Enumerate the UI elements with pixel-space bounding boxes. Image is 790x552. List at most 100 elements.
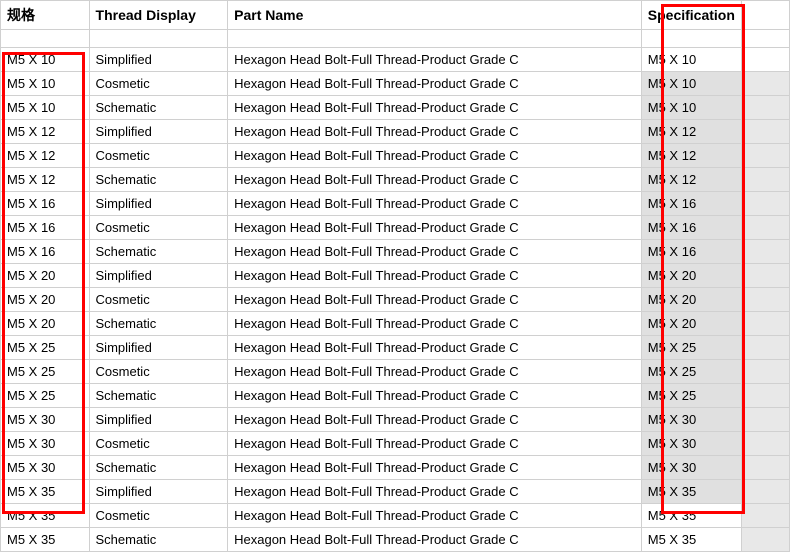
cell-spec[interactable]: M5 X 30 — [1, 456, 90, 480]
header-spec[interactable]: 规格 — [1, 1, 90, 30]
cell-extra[interactable] — [741, 336, 789, 360]
cell-spec[interactable]: M5 X 20 — [1, 288, 90, 312]
cell-thread-display[interactable]: Schematic — [89, 312, 228, 336]
cell-thread-display[interactable]: Simplified — [89, 480, 228, 504]
data-table[interactable]: 规格 Thread Display Part Name Specificatio… — [0, 0, 790, 552]
cell-thread-display[interactable]: Simplified — [89, 336, 228, 360]
cell-spec[interactable]: M5 X 25 — [1, 384, 90, 408]
cell-thread-display[interactable]: Cosmetic — [89, 72, 228, 96]
cell-part-name[interactable]: Hexagon Head Bolt-Full Thread-Product Gr… — [228, 240, 642, 264]
cell-extra[interactable] — [741, 360, 789, 384]
cell-extra[interactable] — [741, 408, 789, 432]
cell-part-name[interactable]: Hexagon Head Bolt-Full Thread-Product Gr… — [228, 48, 642, 72]
cell-extra[interactable] — [741, 528, 789, 552]
cell-spec[interactable]: M5 X 25 — [1, 360, 90, 384]
cell-spec[interactable]: M5 X 10 — [1, 96, 90, 120]
cell-extra[interactable] — [741, 264, 789, 288]
cell-spec[interactable]: M5 X 12 — [1, 120, 90, 144]
cell-part-name[interactable]: Hexagon Head Bolt-Full Thread-Product Gr… — [228, 288, 642, 312]
cell-part-name[interactable]: Hexagon Head Bolt-Full Thread-Product Gr… — [228, 144, 642, 168]
cell-specification[interactable]: M5 X 30 — [641, 456, 741, 480]
cell-thread-display[interactable]: Schematic — [89, 96, 228, 120]
cell-extra[interactable] — [741, 72, 789, 96]
cell-part-name[interactable]: Hexagon Head Bolt-Full Thread-Product Gr… — [228, 408, 642, 432]
cell-specification[interactable]: M5 X 30 — [641, 408, 741, 432]
cell-specification[interactable]: M5 X 35 — [641, 504, 741, 528]
cell-specification[interactable]: M5 X 10 — [641, 48, 741, 72]
cell-part-name[interactable]: Hexagon Head Bolt-Full Thread-Product Gr… — [228, 360, 642, 384]
cell-thread-display[interactable]: Cosmetic — [89, 504, 228, 528]
cell-specification[interactable]: M5 X 10 — [641, 72, 741, 96]
cell-specification[interactable]: M5 X 20 — [641, 312, 741, 336]
cell-specification[interactable]: M5 X 25 — [641, 336, 741, 360]
cell-spec[interactable]: M5 X 35 — [1, 504, 90, 528]
cell-spec[interactable]: M5 X 30 — [1, 408, 90, 432]
cell-specification[interactable]: M5 X 20 — [641, 288, 741, 312]
cell-spec[interactable]: M5 X 20 — [1, 264, 90, 288]
cell-extra[interactable] — [741, 312, 789, 336]
cell-thread-display[interactable]: Cosmetic — [89, 288, 228, 312]
cell-extra[interactable] — [741, 216, 789, 240]
cell-extra[interactable] — [741, 48, 789, 72]
cell-thread-display[interactable]: Simplified — [89, 192, 228, 216]
header-thread-display[interactable]: Thread Display — [89, 1, 228, 30]
cell-extra[interactable] — [741, 504, 789, 528]
cell-specification[interactable]: M5 X 12 — [641, 144, 741, 168]
cell-thread-display[interactable]: Schematic — [89, 240, 228, 264]
header-extra[interactable] — [741, 1, 789, 30]
cell-extra[interactable] — [741, 120, 789, 144]
cell-thread-display[interactable]: Simplified — [89, 264, 228, 288]
cell-part-name[interactable]: Hexagon Head Bolt-Full Thread-Product Gr… — [228, 96, 642, 120]
cell-part-name[interactable]: Hexagon Head Bolt-Full Thread-Product Gr… — [228, 120, 642, 144]
cell-spec[interactable]: M5 X 30 — [1, 432, 90, 456]
cell-part-name[interactable]: Hexagon Head Bolt-Full Thread-Product Gr… — [228, 312, 642, 336]
cell-specification[interactable]: M5 X 16 — [641, 240, 741, 264]
cell-extra[interactable] — [741, 192, 789, 216]
cell-thread-display[interactable]: Simplified — [89, 48, 228, 72]
cell-part-name[interactable]: Hexagon Head Bolt-Full Thread-Product Gr… — [228, 528, 642, 552]
cell-thread-display[interactable]: Simplified — [89, 408, 228, 432]
cell-thread-display[interactable]: Simplified — [89, 120, 228, 144]
cell-spec[interactable]: M5 X 12 — [1, 168, 90, 192]
cell-part-name[interactable]: Hexagon Head Bolt-Full Thread-Product Gr… — [228, 192, 642, 216]
cell-part-name[interactable]: Hexagon Head Bolt-Full Thread-Product Gr… — [228, 432, 642, 456]
cell-thread-display[interactable]: Cosmetic — [89, 216, 228, 240]
cell-part-name[interactable]: Hexagon Head Bolt-Full Thread-Product Gr… — [228, 480, 642, 504]
cell-spec[interactable]: M5 X 35 — [1, 480, 90, 504]
blank-cell[interactable] — [741, 30, 789, 48]
cell-spec[interactable]: M5 X 16 — [1, 192, 90, 216]
cell-part-name[interactable]: Hexagon Head Bolt-Full Thread-Product Gr… — [228, 72, 642, 96]
cell-spec[interactable]: M5 X 16 — [1, 216, 90, 240]
cell-spec[interactable]: M5 X 25 — [1, 336, 90, 360]
cell-extra[interactable] — [741, 384, 789, 408]
cell-thread-display[interactable]: Schematic — [89, 384, 228, 408]
cell-spec[interactable]: M5 X 10 — [1, 48, 90, 72]
cell-extra[interactable] — [741, 456, 789, 480]
cell-part-name[interactable]: Hexagon Head Bolt-Full Thread-Product Gr… — [228, 336, 642, 360]
header-part-name[interactable]: Part Name — [228, 1, 642, 30]
blank-cell[interactable] — [89, 30, 228, 48]
cell-extra[interactable] — [741, 432, 789, 456]
cell-spec[interactable]: M5 X 12 — [1, 144, 90, 168]
cell-specification[interactable]: M5 X 16 — [641, 216, 741, 240]
cell-specification[interactable]: M5 X 12 — [641, 120, 741, 144]
cell-part-name[interactable]: Hexagon Head Bolt-Full Thread-Product Gr… — [228, 216, 642, 240]
cell-specification[interactable]: M5 X 35 — [641, 528, 741, 552]
cell-thread-display[interactable]: Cosmetic — [89, 432, 228, 456]
cell-specification[interactable]: M5 X 25 — [641, 360, 741, 384]
cell-part-name[interactable]: Hexagon Head Bolt-Full Thread-Product Gr… — [228, 264, 642, 288]
cell-part-name[interactable]: Hexagon Head Bolt-Full Thread-Product Gr… — [228, 456, 642, 480]
blank-cell[interactable] — [228, 30, 642, 48]
cell-specification[interactable]: M5 X 20 — [641, 264, 741, 288]
cell-part-name[interactable]: Hexagon Head Bolt-Full Thread-Product Gr… — [228, 504, 642, 528]
blank-cell[interactable] — [641, 30, 741, 48]
cell-specification[interactable]: M5 X 35 — [641, 480, 741, 504]
blank-cell[interactable] — [1, 30, 90, 48]
cell-spec[interactable]: M5 X 10 — [1, 72, 90, 96]
cell-extra[interactable] — [741, 288, 789, 312]
cell-extra[interactable] — [741, 480, 789, 504]
cell-extra[interactable] — [741, 240, 789, 264]
cell-specification[interactable]: M5 X 10 — [641, 96, 741, 120]
cell-specification[interactable]: M5 X 16 — [641, 192, 741, 216]
cell-thread-display[interactable]: Schematic — [89, 456, 228, 480]
